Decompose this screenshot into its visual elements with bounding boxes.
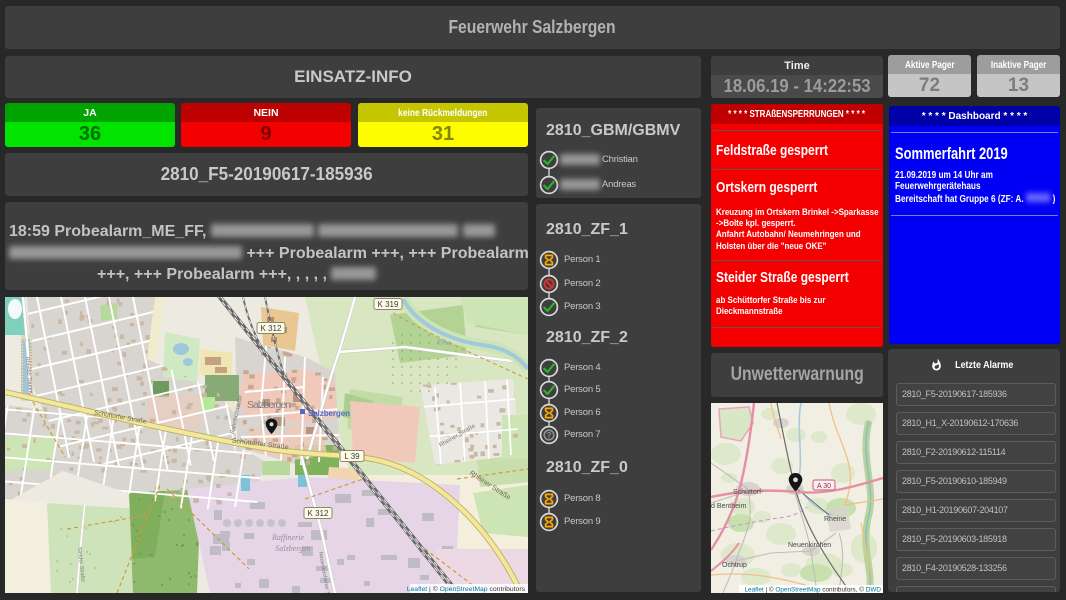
- svg-text:K 319: K 319: [378, 300, 399, 309]
- svg-text:Raffinerie: Raffinerie: [271, 533, 304, 542]
- svg-text:A 30: A 30: [817, 483, 831, 490]
- svg-text:Rheine: Rheine: [824, 516, 846, 523]
- svg-text:K 312: K 312: [308, 509, 329, 518]
- svg-text:K 312: K 312: [261, 324, 282, 333]
- svg-text:Leaflet | © OpenStreetMap cont: Leaflet | © OpenStreetMap contributors, …: [745, 586, 882, 594]
- svg-text:Leaflet | © OpenStreetMap cont: Leaflet | © OpenStreetMap contributors: [407, 585, 526, 593]
- svg-text:?: ?: [546, 430, 551, 440]
- svg-text:Salzbergen: Salzbergen: [247, 399, 291, 411]
- svg-text:Schüttorf-: Schüttorf-: [733, 489, 764, 496]
- svg-text:Neuenkirchen: Neuenkirchen: [788, 542, 831, 549]
- svg-text:Salzbergen: Salzbergen: [308, 409, 350, 418]
- svg-text:d Bentheim: d Bentheim: [711, 503, 747, 510]
- svg-text:Ochtrup: Ochtrup: [722, 562, 747, 569]
- svg-text:Salzbergen: Salzbergen: [275, 544, 310, 553]
- svg-text:L 39: L 39: [344, 452, 360, 461]
